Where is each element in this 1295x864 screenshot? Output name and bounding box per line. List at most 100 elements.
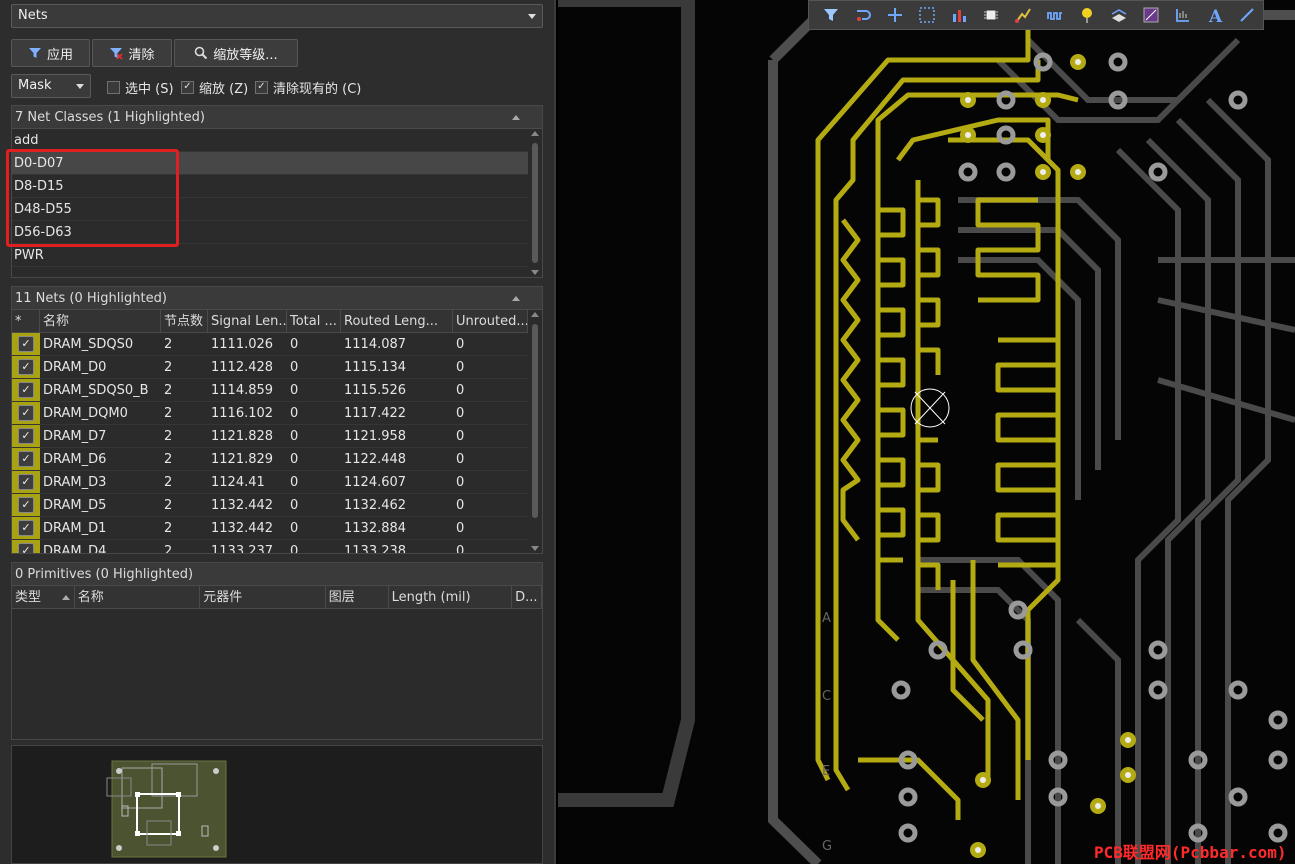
pcb-board-graphics: A C E G	[558, 0, 1295, 864]
checkmark-icon: ✓	[18, 497, 34, 513]
column-header-name[interactable]: 名称	[40, 310, 161, 332]
net-visible-checkbox[interactable]: ✓	[12, 333, 40, 355]
chevron-down-icon	[76, 84, 84, 89]
pcb-panel: Nets 应用 清除 缩放等级... Mask 选中 (S) ✓ 缩放 (Z) …	[0, 0, 556, 864]
dimension-icon[interactable]	[1167, 2, 1199, 28]
select-checkbox[interactable]: 选中 (S)	[107, 78, 174, 97]
net-visible-checkbox[interactable]: ✓	[12, 356, 40, 378]
column-header-routed-length[interactable]: Routed Leng...	[341, 310, 453, 332]
net-visible-checkbox[interactable]: ✓	[12, 448, 40, 470]
table-row[interactable]: ✓ DRAM_DQM0 2 1116.102 0 1117.422 0	[12, 402, 542, 425]
node-count-cell: 2	[164, 452, 173, 467]
column-header-node-count[interactable]: 节点数	[161, 310, 208, 332]
routed-length-cell: 1117.422	[344, 406, 407, 421]
column-header-signal-length[interactable]: Signal Len...	[208, 310, 287, 332]
chart-icon[interactable]	[943, 2, 975, 28]
checkbox-unchecked-icon	[107, 80, 120, 94]
unrouted-cell: 0	[456, 360, 465, 375]
net-name-cell: DRAM_D5	[43, 498, 107, 513]
net-visible-checkbox[interactable]: ✓	[12, 494, 40, 516]
chip-icon[interactable]	[975, 2, 1007, 28]
clear-filter-icon	[110, 48, 124, 60]
scroll-up-icon[interactable]	[531, 312, 539, 317]
table-row[interactable]: ✓ DRAM_D4 2 1133.237 0 1133.238 0	[12, 540, 542, 553]
zoom-level-button[interactable]: 缩放等级...	[174, 39, 298, 67]
board-minimap[interactable]	[11, 745, 543, 864]
vertical-scrollbar[interactable]	[528, 310, 542, 553]
column-header-length[interactable]: Length (mil)	[389, 586, 513, 608]
table-row[interactable]: ✓ DRAM_D3 2 1124.41 0 1124.607 0	[12, 471, 542, 494]
scroll-up-icon[interactable]	[531, 131, 539, 136]
interactive-route-icon[interactable]	[1007, 2, 1039, 28]
net-visible-checkbox[interactable]: ✓	[12, 517, 40, 539]
route-icon[interactable]	[847, 2, 879, 28]
select-rect-icon[interactable]	[911, 2, 943, 28]
table-row[interactable]: ✓ DRAM_D6 2 1121.829 0 1122.448 0	[12, 448, 542, 471]
table-row[interactable]: ✓ DRAM_D7 2 1121.828 0 1121.958 0	[12, 425, 542, 448]
net-class-item[interactable]: PWR	[12, 244, 528, 267]
line-icon[interactable]	[1231, 2, 1263, 28]
mask-select[interactable]: Mask	[11, 74, 91, 98]
mode-select[interactable]: Nets	[11, 4, 543, 28]
clear-existing-checkbox[interactable]: ✓ 清除现有的 (C)	[255, 78, 362, 97]
chevron-down-icon	[528, 14, 536, 19]
table-row[interactable]: ✓ DRAM_SDQS0_B 2 1114.859 0 1115.526 0	[12, 379, 542, 402]
column-header-layer[interactable]: 图层	[326, 586, 389, 608]
layer-icon[interactable]	[1103, 2, 1135, 28]
column-header-name[interactable]: 名称	[75, 586, 201, 608]
net-visible-checkbox[interactable]: ✓	[12, 540, 40, 553]
table-row[interactable]: ✓ DRAM_D1 2 1132.442 0 1132.884 0	[12, 517, 542, 540]
node-count-cell: 2	[164, 498, 173, 513]
filter-icon[interactable]	[815, 2, 847, 28]
net-name-cell: DRAM_D1	[43, 521, 107, 536]
column-header-type[interactable]: 类型	[12, 586, 75, 608]
unrouted-cell: 0	[456, 521, 465, 536]
pin-icon[interactable]	[1071, 2, 1103, 28]
checkmark-icon: ✓	[18, 474, 34, 490]
scroll-down-icon[interactable]	[531, 546, 539, 551]
table-row[interactable]: ✓ DRAM_D5 2 1132.442 0 1132.462 0	[12, 494, 542, 517]
column-header-component[interactable]: 元器件	[200, 586, 326, 608]
clear-existing-checkbox-label: 清除现有的 (C)	[273, 81, 362, 97]
unrouted-cell: 0	[456, 429, 465, 444]
total-cell: 0	[290, 475, 299, 490]
zoom-checkbox[interactable]: ✓ 缩放 (Z)	[181, 78, 248, 97]
checkmark-icon: ✓	[18, 520, 34, 536]
nets-column-headers: * 名称 节点数 Signal Len... Total ... Routed …	[12, 310, 542, 333]
apply-button[interactable]: 应用	[11, 39, 90, 67]
net-visible-checkbox[interactable]: ✓	[12, 425, 40, 447]
checkmark-icon: ✓	[18, 405, 34, 421]
clear-button[interactable]: 清除	[92, 39, 172, 67]
signal-length-cell: 1124.41	[211, 475, 265, 490]
net-name-cell: DRAM_D0	[43, 360, 107, 375]
signal-length-cell: 1116.102	[211, 406, 274, 421]
net-visible-checkbox[interactable]: ✓	[12, 402, 40, 424]
text-icon[interactable]: A	[1199, 2, 1231, 28]
unrouted-cell: 0	[456, 498, 465, 513]
svg-text:A: A	[1208, 7, 1223, 24]
node-count-cell: 2	[164, 429, 173, 444]
cross-icon[interactable]	[879, 2, 911, 28]
net-visible-checkbox[interactable]: ✓	[12, 471, 40, 493]
sort-up-icon[interactable]	[512, 115, 520, 120]
checkmark-icon: ✓	[18, 543, 34, 553]
region-icon[interactable]	[1135, 2, 1167, 28]
column-header-star[interactable]: *	[12, 310, 40, 332]
column-header-total[interactable]: Total ...	[287, 310, 341, 332]
column-header-d[interactable]: D...	[512, 586, 542, 608]
scrollbar-thumb[interactable]	[532, 143, 538, 263]
sort-up-icon[interactable]	[512, 296, 520, 301]
total-cell: 0	[290, 406, 299, 421]
svg-text:G: G	[822, 839, 832, 854]
length-tune-icon[interactable]	[1039, 2, 1071, 28]
scrollbar-thumb[interactable]	[532, 324, 538, 518]
scroll-down-icon[interactable]	[531, 270, 539, 275]
table-row[interactable]: ✓ DRAM_D0 2 1112.428 0 1115.134 0	[12, 356, 542, 379]
vertical-scrollbar[interactable]	[528, 129, 542, 277]
pcb-canvas[interactable]: A C E G	[558, 0, 1295, 864]
table-row[interactable]: ✓ DRAM_SDQS0 2 1111.026 0 1114.087 0	[12, 333, 542, 356]
routed-length-cell: 1115.526	[344, 383, 407, 398]
net-visible-checkbox[interactable]: ✓	[12, 379, 40, 401]
primitives-table: 0 Primitives (0 Highlighted) 类型 名称 元器件 图…	[11, 562, 543, 740]
column-header-unrouted[interactable]: Unrouted...	[453, 310, 528, 332]
